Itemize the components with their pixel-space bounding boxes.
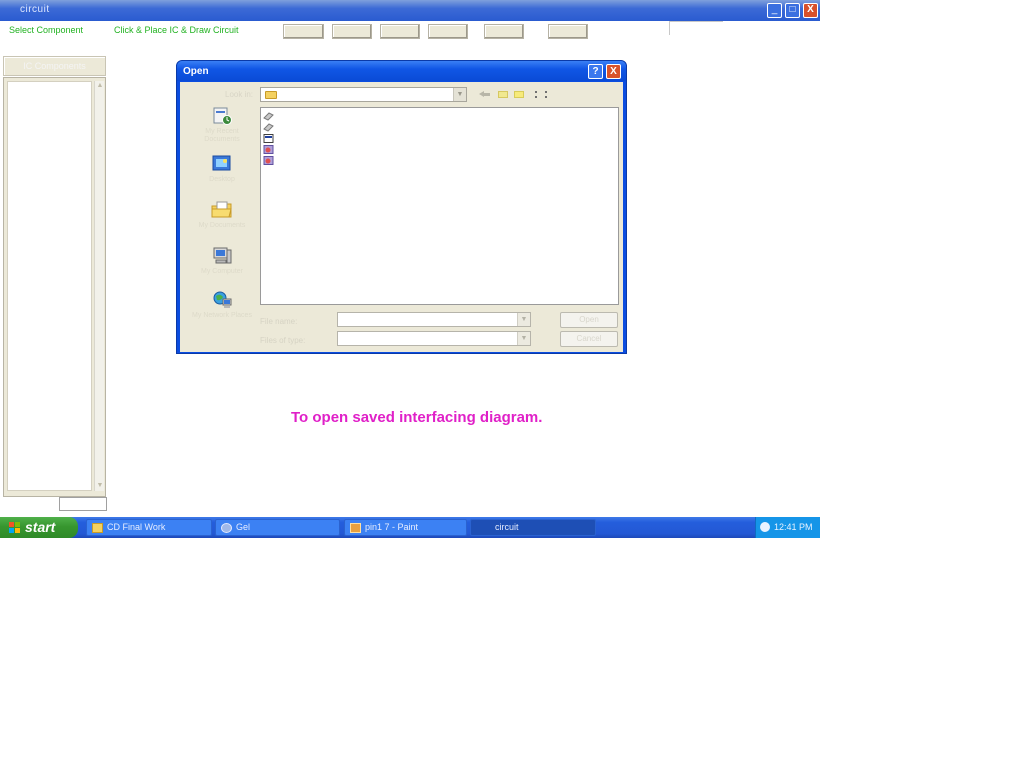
taskbar-item-label: pin1 7 - Paint (365, 522, 419, 532)
component-panel: ▲ ▼ (3, 77, 106, 497)
windows-flag-icon (9, 522, 20, 533)
desktop-icon (212, 155, 231, 171)
scroll-down-icon[interactable]: ▼ (95, 481, 105, 491)
chevron-down-icon[interactable]: ▼ (453, 88, 466, 101)
look-in-label: Look in: (225, 90, 254, 99)
taskbar-item-label: circuit (495, 522, 519, 532)
place-label: My Network Places (192, 312, 252, 319)
back-arrow-icon[interactable] (479, 91, 490, 98)
place-label: My Recent Documents (204, 128, 240, 143)
caption-text: To open saved interfacing diagram. (291, 409, 543, 426)
chevron-down-icon[interactable]: ▼ (517, 332, 530, 345)
place-label: My Computer (200, 268, 243, 275)
toolbar-button-1[interactable] (283, 24, 324, 39)
look-in-combo[interactable]: ▼ (260, 87, 467, 102)
chevron-down-icon[interactable]: ▼ (517, 313, 530, 326)
place-label: My Documents (198, 222, 246, 229)
toolbar-button-3[interactable] (380, 24, 420, 39)
place-desktop[interactable]: Desktop (187, 154, 257, 198)
click-place-label: Click & Place IC & Draw Circuit (114, 25, 239, 35)
diagram-file-icon (263, 156, 274, 165)
component-list-scrollbar[interactable]: ▲ ▼ (94, 81, 104, 491)
place-recent-documents[interactable]: My Recent Documents (187, 106, 257, 150)
taskbar-item-circuit[interactable]: circuit (470, 519, 596, 536)
start-label: start (25, 519, 56, 535)
network-places-icon (213, 291, 232, 308)
file-icon (263, 112, 274, 121)
program-icon (221, 523, 232, 533)
minimize-button[interactable]: _ (767, 3, 782, 18)
select-component-label: Select Component (9, 25, 84, 35)
list-item[interactable] (263, 111, 413, 122)
list-item[interactable] (263, 155, 413, 166)
folder-icon (92, 523, 103, 533)
toolbar-button-6[interactable] (548, 24, 588, 39)
my-computer-icon (213, 247, 232, 264)
toolbar-button-2[interactable] (332, 24, 372, 39)
open-button[interactable]: Open (560, 312, 618, 328)
app-titlebar[interactable]: circuit _ □ X (0, 0, 820, 21)
open-dialog: Open ? X Look in: ▼ My Recent Documents (176, 60, 627, 354)
diagram-file-icon (263, 145, 274, 154)
image-file-icon (263, 134, 274, 143)
file-list[interactable] (260, 107, 619, 305)
maximize-button[interactable]: □ (785, 3, 800, 18)
folder-icon (265, 91, 277, 99)
scroll-up-icon[interactable]: ▲ (95, 81, 105, 91)
taskbar-item-label: Gel (236, 522, 251, 532)
place-my-documents[interactable]: My Documents (187, 200, 257, 244)
file-icon (263, 123, 274, 132)
my-documents-icon (211, 201, 232, 218)
open-dialog-titlebar[interactable]: Open ? X (177, 61, 626, 81)
dialog-close-button[interactable]: X (606, 64, 621, 79)
cancel-button[interactable]: Cancel (560, 331, 618, 347)
corner-box (669, 21, 723, 35)
view-menu-icon[interactable] (535, 91, 547, 98)
list-item[interactable] (263, 122, 413, 133)
up-folder-icon[interactable] (498, 91, 508, 98)
volume-icon[interactable] (760, 522, 770, 532)
list-item[interactable] (263, 144, 413, 155)
place-my-computer[interactable]: My Computer (187, 246, 257, 290)
app-title: circuit (20, 4, 50, 15)
file-name-label: File name: (260, 317, 298, 326)
open-dialog-body: Look in: ▼ My Recent Documents Desktop M… (180, 82, 623, 352)
taskbar-item-paint[interactable]: pin1 7 - Paint (344, 519, 467, 536)
taskbar-item-label: CD Final Work (107, 522, 166, 532)
place-label: Desktop (209, 176, 235, 183)
taskbar: start CD Final Work Gel pin1 7 - Paint c… (0, 517, 820, 538)
close-button[interactable]: X (803, 3, 818, 18)
file-type-label: Files of type: (260, 336, 306, 345)
start-button[interactable]: start (0, 517, 78, 538)
places-bar: My Recent Documents Desktop My Documents (187, 106, 257, 351)
system-tray: 12:41 PM (755, 517, 820, 538)
file-name-combo[interactable]: ▼ (337, 312, 531, 327)
recent-documents-icon (213, 107, 232, 125)
new-folder-icon[interactable] (514, 91, 524, 98)
taskbar-item-gel[interactable]: Gel (215, 519, 340, 536)
taskbar-item-cd-final-work[interactable]: CD Final Work (86, 519, 212, 536)
open-dialog-title: Open (183, 66, 209, 77)
file-type-combo[interactable]: ▼ (337, 331, 531, 346)
component-panel-header[interactable]: IC Components (3, 56, 106, 76)
component-value-input[interactable] (59, 497, 107, 511)
toolbar-button-5[interactable] (484, 24, 524, 39)
paint-icon (350, 523, 361, 533)
tray-clock: 12:41 PM (774, 522, 813, 532)
component-list[interactable] (7, 81, 92, 491)
toolbar-button-4[interactable] (428, 24, 468, 39)
list-item[interactable] (263, 133, 413, 144)
place-network-places[interactable]: My Network Places (187, 290, 257, 334)
help-button[interactable]: ? (588, 64, 603, 79)
